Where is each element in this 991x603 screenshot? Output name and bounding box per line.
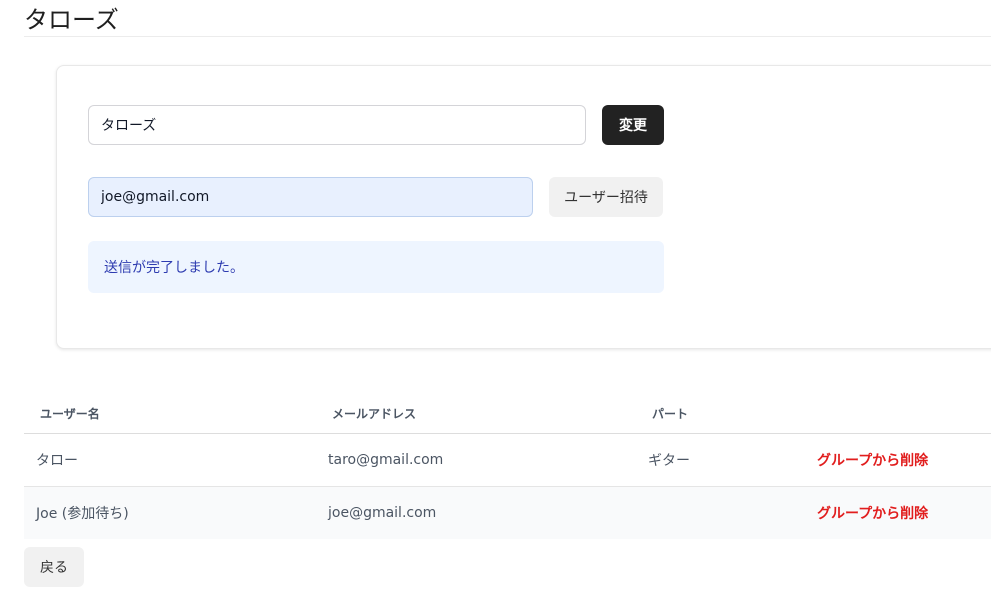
page-title: タローズ <box>24 6 119 34</box>
change-button[interactable]: 変更 <box>602 105 664 145</box>
cell-username: Joe (参加待ち) <box>36 506 129 522</box>
remove-from-group-link[interactable]: グループから削除 <box>817 487 928 539</box>
group-name-input[interactable] <box>88 105 586 145</box>
invite-email-input[interactable] <box>88 177 533 217</box>
cell-email: joe@gmail.com <box>328 505 437 521</box>
members-table: ユーザー名 メールアドレス パート タロー taro@gmail.com ギター… <box>24 392 991 539</box>
page: タローズ 変更 ユーザー招待 送信が完了しました。 ユーザー名 メールアドレス … <box>0 0 991 603</box>
column-header-email: メールアドレス <box>332 407 417 421</box>
cell-email: taro@gmail.com <box>328 452 444 468</box>
success-alert-message: 送信が完了しました。 <box>104 260 244 276</box>
title-divider <box>24 36 991 37</box>
remove-from-group-link[interactable]: グループから削除 <box>817 434 928 486</box>
column-header-part: パート <box>652 407 689 421</box>
column-header-username: ユーザー名 <box>40 407 100 421</box>
success-alert: 送信が完了しました。 <box>88 241 664 293</box>
cell-part: ギター <box>648 453 690 469</box>
invite-user-button[interactable]: ユーザー招待 <box>549 177 663 217</box>
back-button[interactable]: 戻る <box>24 547 84 587</box>
table-row: Joe (参加待ち) joe@gmail.com グループから削除 <box>24 487 991 539</box>
cell-username: タロー <box>36 453 78 469</box>
table-header: ユーザー名 メールアドレス パート <box>24 392 991 434</box>
table-row: タロー taro@gmail.com ギター グループから削除 <box>24 434 991 487</box>
